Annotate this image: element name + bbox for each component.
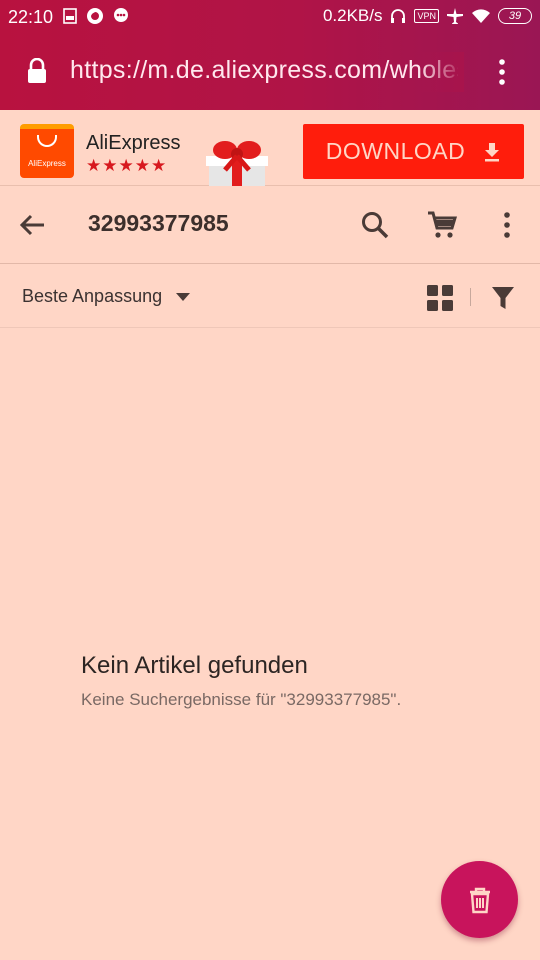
- sort-label: Beste Anpassung: [22, 286, 163, 306]
- trash-icon: [469, 887, 490, 913]
- download-label: DOWNLOAD: [325, 138, 466, 164]
- app-name: AliExpress: [86, 132, 181, 154]
- search-query[interactable]: 32993377985: [88, 210, 229, 237]
- battery-indicator: 39: [498, 8, 532, 24]
- app-banner: AliExpress AliExpress ★★★★★ DOWNLOAD: [0, 110, 540, 186]
- search-header: 32993377985: [0, 186, 540, 264]
- logo-smile: [37, 135, 57, 147]
- aliexpress-logo[interactable]: AliExpress: [20, 124, 74, 178]
- firefox-icon: [87, 8, 103, 24]
- rating-stars: ★★★★★: [86, 156, 168, 175]
- browser-menu-icon[interactable]: [492, 56, 512, 90]
- gift-icon: [206, 141, 268, 186]
- status-bar: 22:10 0.2KB/s VPN 39: [0, 0, 540, 34]
- airplane-icon: [447, 8, 463, 24]
- empty-state-title: Kein Artikel gefunden: [81, 652, 308, 679]
- download-icon: [485, 142, 500, 161]
- headphones-icon: [391, 9, 406, 23]
- toolbar-divider: [470, 288, 471, 306]
- sort-dropdown[interactable]: Beste Anpassung: [22, 286, 191, 307]
- vpn-badge: VPN: [414, 9, 439, 23]
- wifi-icon: [472, 9, 490, 23]
- logo-text: AliExpress: [28, 159, 66, 168]
- grid-view-icon[interactable]: [426, 284, 454, 312]
- lock-icon: [28, 58, 46, 83]
- notification-icons: [62, 7, 130, 25]
- cart-icon[interactable]: [426, 210, 458, 240]
- dropdown-arrow-icon: [176, 292, 191, 301]
- overflow-menu-icon[interactable]: [494, 210, 520, 240]
- browser-chrome: 22:10 0.2KB/s VPN 39 https://m.de.aliexp…: [0, 0, 540, 110]
- document-icon: [63, 8, 77, 24]
- status-right: 0.2KB/s VPN 39: [323, 6, 532, 26]
- message-icon: [114, 8, 128, 22]
- search-icon[interactable]: [360, 210, 390, 240]
- download-button[interactable]: DOWNLOAD: [303, 124, 524, 179]
- url-bar[interactable]: https://m.de.aliexpress.com/wholesale: [0, 34, 540, 110]
- url-fade: [418, 52, 464, 92]
- filter-icon[interactable]: [490, 284, 516, 312]
- delete-fab-button[interactable]: [441, 861, 518, 938]
- network-speed: 0.2KB/s: [322, 6, 383, 25]
- status-time: 22:10: [8, 7, 54, 27]
- battery-level: 39: [508, 10, 522, 22]
- sort-bar: Beste Anpassung: [0, 264, 540, 328]
- back-arrow-icon[interactable]: [16, 210, 48, 240]
- empty-state-subtitle: Keine Suchergebnisse für "32993377985".: [81, 690, 402, 709]
- url-text[interactable]: https://m.de.aliexpress.com/wholesale: [70, 56, 458, 90]
